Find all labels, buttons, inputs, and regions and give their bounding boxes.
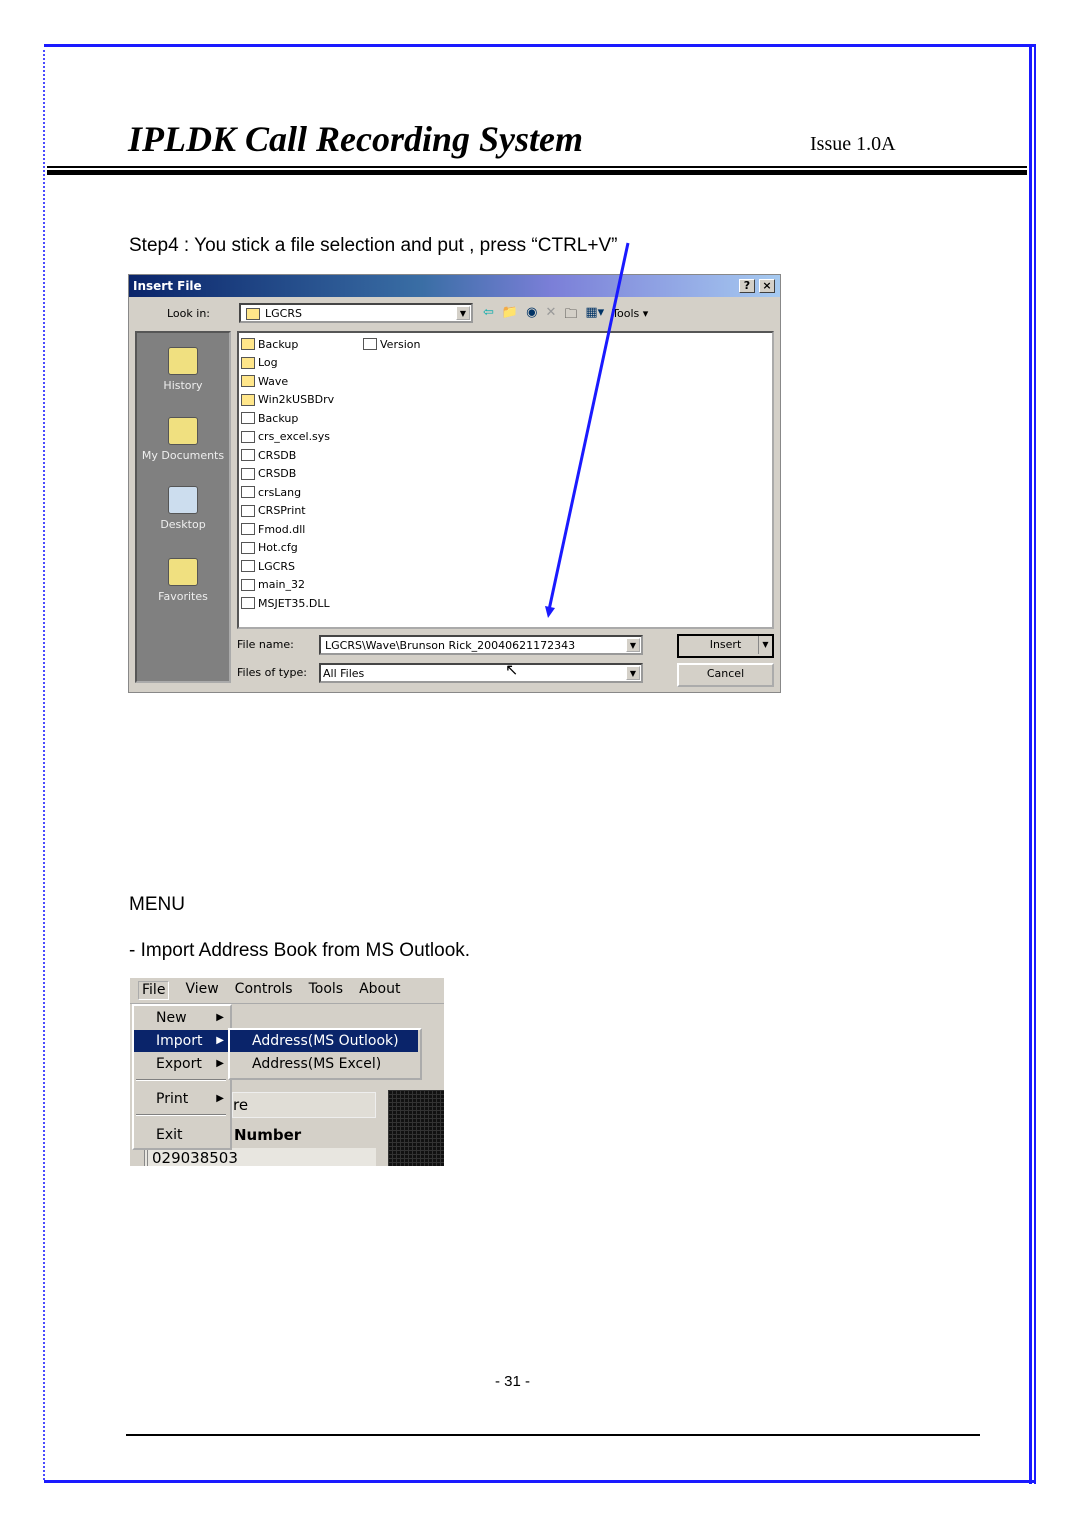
import-submenu: Address(MS Outlook) Address(MS Excel) (228, 1028, 422, 1080)
menu-item-import[interactable]: Import ▶ (134, 1030, 230, 1052)
menu-item-exit[interactable]: Exit (134, 1124, 230, 1146)
menu-separator (136, 1079, 226, 1081)
arrow-line (547, 242, 630, 611)
number-label: Number (234, 1126, 302, 1144)
menu-heading: MENU (129, 894, 185, 915)
menu-item-new[interactable]: New ▶ (134, 1007, 230, 1029)
menu-item-print[interactable]: Print ▶ (134, 1088, 230, 1110)
menu-separator (136, 1114, 226, 1116)
menu-file[interactable]: File (138, 981, 170, 1000)
page-number: - 31 - (495, 1373, 531, 1390)
import-description: - Import Address Book from MS Outlook. (129, 940, 471, 961)
submenu-item-excel[interactable]: Address(MS Excel) (230, 1053, 418, 1075)
submenu-item-outlook[interactable]: Address(MS Outlook) (230, 1030, 418, 1052)
menubar: File View Controls Tools About (130, 978, 444, 1004)
annotation-arrow (545, 242, 630, 618)
display-grid (388, 1090, 444, 1166)
menu-screenshot: File View Controls Tools About re Number… (130, 978, 444, 1166)
menu-view[interactable]: View (185, 981, 218, 1000)
menu-controls[interactable]: Controls (235, 981, 293, 1000)
footer-rule (126, 1434, 980, 1436)
number-value: 029038503 (144, 1148, 376, 1166)
arrow-head (545, 606, 555, 618)
field-partial: re (232, 1092, 376, 1118)
menu-tools[interactable]: Tools (309, 981, 344, 1000)
menu-about[interactable]: About (359, 981, 400, 1000)
file-menu-dropdown: New ▶ Import ▶ Export ▶ Print ▶ Exit (132, 1004, 232, 1150)
menu-item-export[interactable]: Export ▶ (134, 1053, 230, 1075)
